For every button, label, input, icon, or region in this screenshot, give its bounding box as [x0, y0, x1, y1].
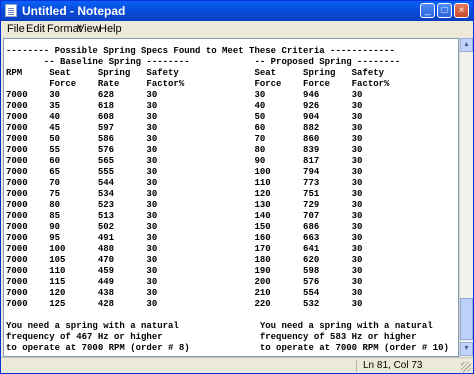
close-button[interactable]: ×	[454, 3, 469, 18]
text-line: frequency of 467 Hz or higher frequency …	[6, 332, 417, 342]
text-line: 7000 100 480 30 170 641 30	[6, 244, 363, 254]
text-area[interactable]: -------- Possible Spring Specs Found to …	[3, 38, 459, 357]
notepad-window: Untitled - Notepad _ □ × File Edit Forma…	[0, 0, 474, 374]
text-line: 7000 95 491 30 160 663 30	[6, 233, 363, 243]
text-line: 7000 120 438 30 210 554 30	[6, 288, 363, 298]
text-line: 7000 60 565 30 90 817 30	[6, 156, 363, 166]
text-line: 7000 115 449 30 200 576 30	[6, 277, 363, 287]
maximize-button[interactable]: □	[437, 3, 452, 18]
text-line: -- Baseline Spring -------- -- Proposed …	[6, 57, 401, 67]
status-bar: Ln 81, Col 73	[1, 357, 473, 374]
text-line: 7000 75 534 30 120 751 30	[6, 189, 363, 199]
text-line: 7000 45 597 30 60 882 30	[6, 123, 363, 133]
cursor-position: Ln 81, Col 73	[363, 360, 423, 371]
text-line: 7000 35 618 30 40 926 30	[6, 101, 363, 111]
text-line: 7000 30 628 30 30 946 30	[6, 90, 363, 100]
vertical-scrollbar[interactable]: ▲ ▼	[459, 38, 473, 357]
minimize-button[interactable]: _	[420, 3, 435, 18]
text-line: 7000 40 608 30 50 904 30	[6, 112, 363, 122]
text-line: 7000 80 523 30 130 729 30	[6, 200, 363, 210]
title-bar[interactable]: Untitled - Notepad _ □ ×	[1, 1, 473, 21]
window-title: Untitled - Notepad	[22, 4, 126, 18]
text-line: 7000 55 576 30 80 839 30	[6, 145, 363, 155]
text-line: 7000 65 555 30 100 794 30	[6, 167, 363, 177]
text-line: You need a spring with a natural You nee…	[6, 321, 433, 331]
text-line: 7000 70 544 30 110 773 30	[6, 178, 363, 188]
menu-help[interactable]: Help	[99, 23, 122, 35]
notepad-app-icon[interactable]	[5, 4, 17, 17]
text-line: 7000 110 459 30 190 598 30	[6, 266, 363, 276]
text-line: 7000 50 586 30 70 860 30	[6, 134, 363, 144]
scroll-up-button[interactable]: ▲	[460, 38, 473, 52]
scroll-thumb[interactable]	[460, 298, 473, 340]
menu-bar: File Edit Format View Help	[1, 21, 473, 38]
menu-file[interactable]: File	[7, 23, 25, 35]
text-line: to operate at 7000 RPM (order # 8) to op…	[6, 343, 449, 353]
text-line: 7000 85 513 30 140 707 30	[6, 211, 363, 221]
text-line: 7000 105 470 30 180 620 30	[6, 255, 363, 265]
status-separator	[356, 360, 357, 372]
resize-grip[interactable]	[461, 362, 471, 372]
text-line: Force Rate Factor% Force Force Factor%	[6, 79, 390, 89]
text-line: RPM Seat Spring Safety Seat Spring Safet…	[6, 68, 385, 78]
text-line: 7000 90 502 30 150 686 30	[6, 222, 363, 232]
scroll-down-button[interactable]: ▼	[460, 342, 473, 356]
text-line: 7000 125 428 30 220 532 30	[6, 299, 363, 309]
menu-view[interactable]: View	[77, 23, 101, 35]
menu-edit[interactable]: Edit	[26, 23, 45, 35]
text-line: -------- Possible Spring Specs Found to …	[6, 46, 395, 56]
